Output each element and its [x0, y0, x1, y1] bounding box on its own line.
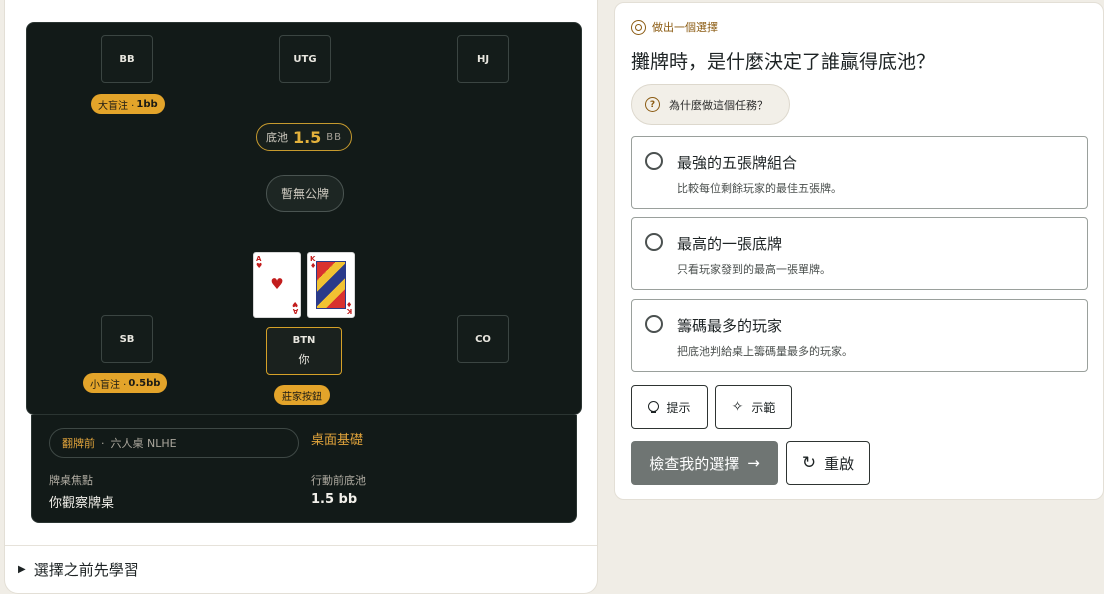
answer-option-1[interactable]: 最強的五張牌組合 比較每位剩餘玩家的最佳五張牌。 [631, 136, 1088, 209]
seat-btn-hero: BTN 你 [266, 327, 342, 375]
card-rank-bottom: A ♥ [291, 300, 298, 315]
big-blind-badge: 大盲注 · 1bb [91, 94, 165, 114]
small-blind-badge: 小盲注 · 0.5bb [83, 373, 168, 393]
seat-bb: BB [101, 35, 153, 83]
card-rank-bottom: K ♦ [345, 300, 352, 315]
heart-icon: ♥ [270, 275, 284, 293]
arrow-right-icon: → [747, 454, 760, 472]
focus-label: 牌桌焦點 [49, 474, 93, 487]
pot-value: 1.5 [292, 127, 322, 147]
reset-icon: ↻ [801, 452, 817, 473]
reset-button[interactable]: ↻ 重啟 [786, 441, 870, 485]
pot-display: 底池 1.5 BB [256, 123, 352, 151]
why-task-button[interactable]: ? 為什麼做這個任務？ [631, 84, 790, 125]
radio-button[interactable] [645, 315, 663, 333]
badge-label: 大盲注 · [98, 100, 135, 112]
table-info-panel: 翻牌前 · 六人桌 NLHE 桌面基礎 牌桌焦點 你觀察牌桌 行動前底池 1.5… [31, 415, 577, 523]
caret-right-icon: ▶ [18, 564, 26, 575]
street-label: 翻牌前 [62, 437, 95, 450]
sparkle-icon: ✧ [731, 399, 744, 415]
target-icon [631, 19, 646, 35]
pot-unit: BB [326, 131, 343, 143]
lightbulb-icon [648, 400, 660, 414]
answer-option-2[interactable]: 最高的一張底牌 只看玩家發到的最高一張單牌。 [631, 217, 1088, 290]
seat-label: CO [475, 333, 491, 345]
seat-label: HJ [476, 53, 490, 65]
board-status: 暫無公牌 [266, 175, 344, 212]
badge-amount: 1bb [136, 98, 158, 110]
question-mark-icon: ? [645, 97, 660, 112]
example-label: 示範 [751, 400, 776, 415]
seat-sb: SB [101, 315, 153, 363]
radio-button[interactable] [645, 233, 663, 251]
board-text: 暫無公牌 [280, 187, 329, 201]
seat-label: UTG [293, 53, 317, 65]
question-text: 攤牌時，是什麼決定了誰贏得底池？ [631, 51, 936, 73]
learn-first-toggle[interactable]: ▶ 選擇之前先學習 [5, 545, 597, 593]
pot-label: 底池 [265, 131, 288, 144]
seat-label: BTN [292, 335, 316, 346]
check-choice-button[interactable]: 檢查我的選擇 → [631, 441, 778, 485]
option-description: 只看玩家發到的最高一張單牌。 [677, 263, 831, 276]
table-panel: BB 大盲注 · 1bb UTG HJ 底池 1.5 BB 暫無公牌 A ♥ ♥ A… [4, 0, 598, 594]
option-description: 把底池判給桌上籌碼量最多的玩家。 [677, 345, 853, 358]
check-choice-label: 檢查我的選擇 [649, 454, 740, 473]
card-rank: A ♥ [256, 255, 263, 270]
street-indicator: 翻牌前 · 六人桌 NLHE [49, 428, 299, 458]
king-face-icon [316, 261, 346, 309]
why-task-label: 為什麼做這個任務？ [669, 98, 768, 112]
quiz-panel: 做出一個選擇 攤牌時，是什麼決定了誰贏得底池？ ? 為什麼做這個任務？ 最強的五… [614, 2, 1104, 500]
reset-label: 重啟 [824, 454, 855, 473]
focus-value: 你觀察牌桌 [49, 496, 115, 511]
hero-card-2: K ♦ K ♦ [307, 252, 355, 318]
hint-label: 提示 [666, 400, 691, 415]
dealer-badge-label: 莊家按鈕 [282, 391, 322, 403]
pot-before-label: 行動前底池 [311, 474, 366, 487]
poker-table: BB 大盲注 · 1bb UTG HJ 底池 1.5 BB 暫無公牌 A ♥ ♥ A… [26, 22, 582, 415]
game-type: 六人桌 NLHE [110, 437, 177, 450]
separator: · [101, 436, 105, 450]
seat-label: BB [119, 53, 135, 65]
hero-card-1: A ♥ ♥ A ♥ [253, 252, 301, 318]
hint-button[interactable]: 提示 [631, 385, 708, 429]
section-title: 桌面基礎 [311, 433, 364, 448]
hero-label: 你 [298, 353, 310, 366]
choose-header-label: 做出一個選擇 [652, 21, 718, 34]
learn-first-label: 選擇之前先學習 [33, 561, 139, 579]
choose-header: 做出一個選擇 [631, 19, 718, 35]
badge-label: 小盲注 · [90, 379, 127, 391]
radio-button[interactable] [645, 152, 663, 170]
seat-label: SB [119, 333, 135, 345]
option-title: 最強的五張牌組合 [677, 154, 798, 172]
seat-co: CO [457, 315, 509, 363]
answer-option-3[interactable]: 籌碼最多的玩家 把底池判給桌上籌碼量最多的玩家。 [631, 299, 1088, 372]
example-button[interactable]: ✧ 示範 [715, 385, 792, 429]
option-title: 最高的一張底牌 [677, 235, 783, 253]
option-description: 比較每位剩餘玩家的最佳五張牌。 [677, 182, 842, 195]
dealer-badge: 莊家按鈕 [274, 385, 330, 405]
badge-amount: 0.5bb [128, 377, 161, 389]
seat-utg: UTG [279, 35, 331, 83]
seat-hj: HJ [457, 35, 509, 83]
option-title: 籌碼最多的玩家 [677, 317, 783, 335]
pot-before-value: 1.5 bb [311, 492, 358, 507]
